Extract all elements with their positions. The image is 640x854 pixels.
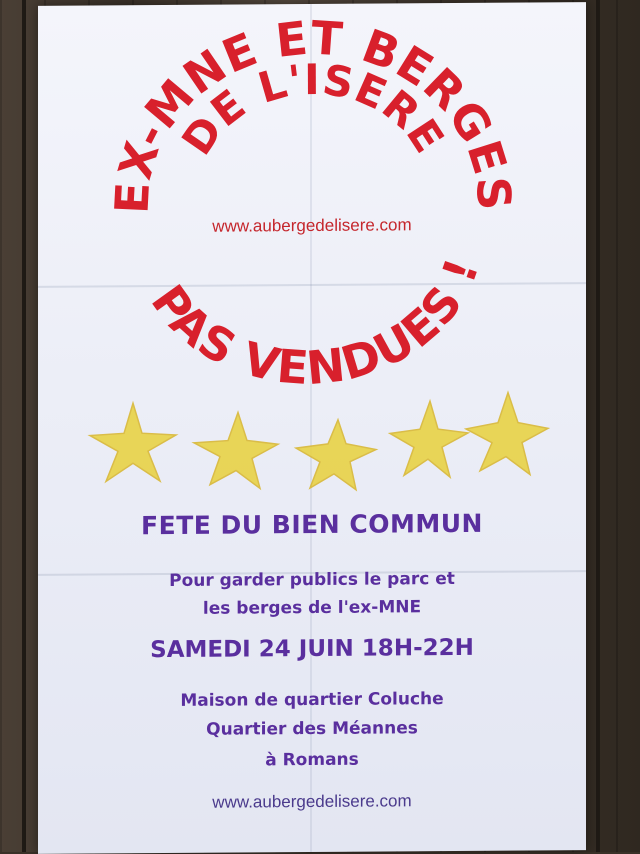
headline-bottom: PAS VENDUES ! bbox=[141, 251, 490, 397]
location-line2: Quartier des Méannes bbox=[206, 718, 418, 740]
purpose-line2: les berges de l'ex-MNE bbox=[202, 597, 422, 619]
star-icon bbox=[191, 410, 281, 491]
star-icon bbox=[293, 417, 379, 492]
poster: EX-MNE ET BERGES DE L'ISERE PAS VENDUES … bbox=[38, 2, 586, 854]
star-icon bbox=[387, 398, 471, 480]
headline-circle: EX-MNE ET BERGES DE L'ISERE PAS VENDUES … bbox=[104, 9, 521, 397]
star-icon bbox=[87, 400, 179, 484]
purpose-line1: Pour garder publics le parc et bbox=[169, 569, 455, 591]
event-date-time: SAMEDI 24 JUIN 18H-22H bbox=[150, 634, 474, 664]
star-row bbox=[87, 390, 551, 492]
plank-gap bbox=[596, 0, 600, 852]
location-line1: Maison de quartier Coluche bbox=[180, 689, 444, 711]
website-bottom: www.aubergedelisere.com bbox=[212, 791, 412, 812]
headline-top-line1: EX-MNE ET BERGES bbox=[104, 9, 521, 215]
star-icon bbox=[463, 390, 551, 477]
plank-gap bbox=[22, 0, 26, 852]
event-title: FETE DU BIEN COMMUN bbox=[141, 508, 483, 541]
website-top: www.aubergedelisere.com bbox=[212, 215, 412, 236]
location-line3: à Romans bbox=[265, 749, 359, 771]
